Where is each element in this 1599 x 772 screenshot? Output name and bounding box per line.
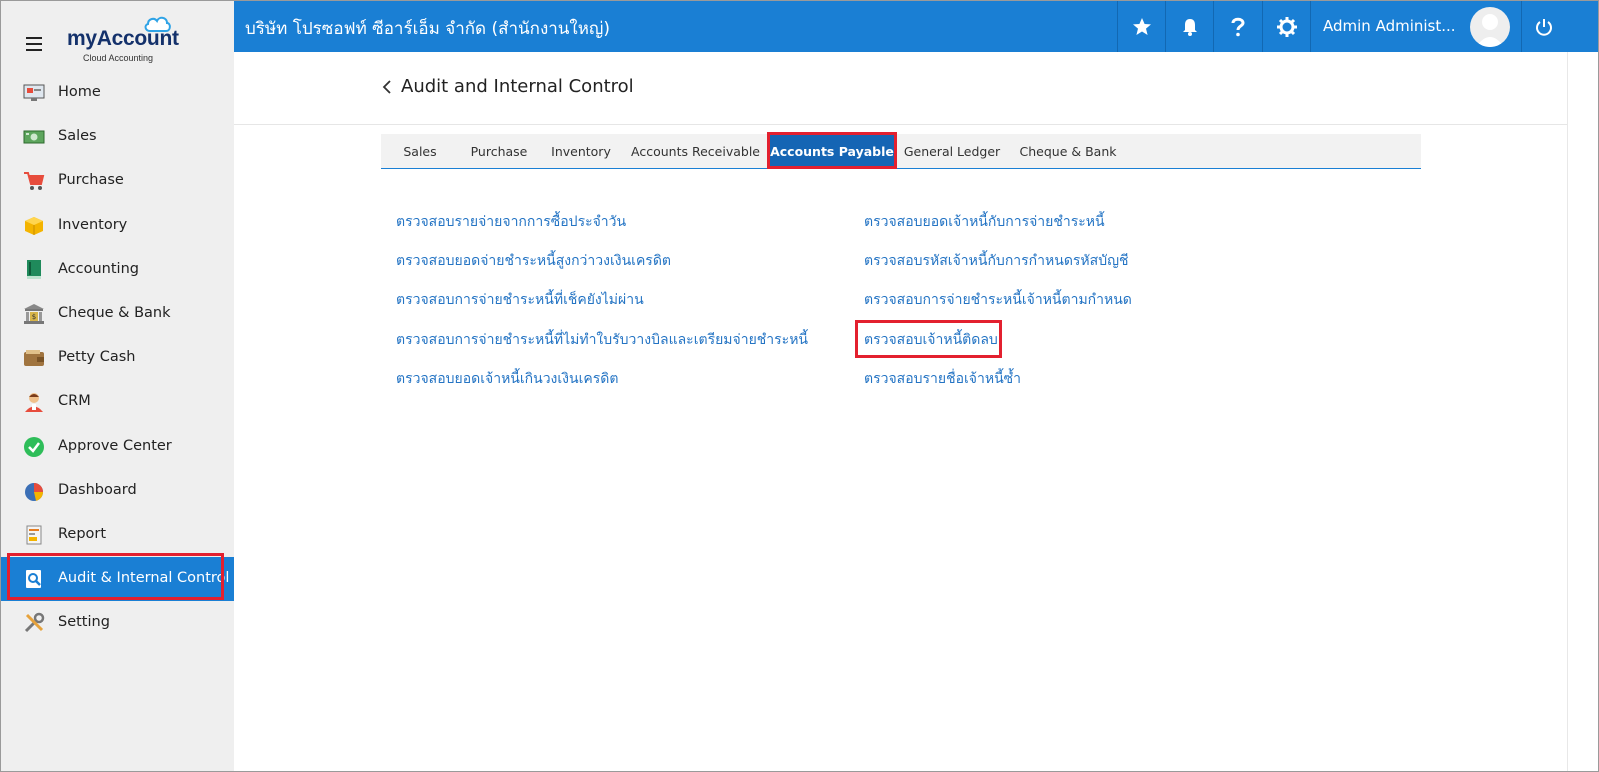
tab-label: Purchase bbox=[470, 143, 528, 159]
logo-subtitle: Cloud Accounting bbox=[83, 53, 154, 63]
list-item[interactable]: ตรวจสอบเจ้าหนี้ติดลบ bbox=[864, 329, 998, 351]
sidebar-item-audit-internal-control[interactable]: Audit & Internal Control bbox=[1, 557, 234, 602]
question-icon bbox=[1231, 17, 1245, 36]
tab-cheque-bank[interactable]: Cheque & Bank bbox=[1008, 134, 1128, 168]
sidebar-item-label: Setting bbox=[58, 614, 110, 631]
user-menu[interactable]: Admin Administ... bbox=[1310, 1, 1540, 52]
sidebar-item-purchase[interactable]: Purchase bbox=[1, 159, 234, 203]
sidebar-item-approve-center[interactable]: Approve Center bbox=[1, 425, 234, 469]
purchase-cart-icon bbox=[24, 172, 45, 191]
tab-label: Accounts Receivable bbox=[631, 143, 760, 159]
sidebar-item-label: Accounting bbox=[58, 260, 139, 277]
user-name: Admin Administ... bbox=[1323, 17, 1456, 35]
tab-accounts-payable[interactable]: Accounts Payable bbox=[770, 134, 894, 168]
list-item[interactable]: ตรวจสอบรหัสเจ้าหนี้กับการกำหนดรหัสบัญชี bbox=[864, 250, 1129, 272]
audit-magnifier-icon bbox=[26, 570, 41, 589]
svg-text:$: $ bbox=[32, 313, 36, 321]
tab-label: Sales bbox=[403, 143, 437, 159]
sidebar-item-label: Sales bbox=[58, 128, 97, 145]
tab-label: General Ledger bbox=[903, 143, 1001, 159]
sidebar-header: myAccount Cloud Accounting bbox=[1, 1, 234, 71]
tab-label: Accounts Payable bbox=[770, 143, 894, 159]
gear-icon bbox=[1276, 16, 1297, 37]
help-button[interactable] bbox=[1213, 1, 1261, 52]
sidebar-item-label: Purchase bbox=[58, 172, 124, 189]
list-item[interactable]: ตรวจสอบยอดเจ้าหนี้กับการจ่ายชำระหนี้ bbox=[864, 211, 1105, 233]
logo-text: myAccount bbox=[67, 27, 179, 50]
company-name: บริษัท โปรซอฟท์ ซีอาร์เอ็ม จำกัด (สำนักง… bbox=[245, 19, 611, 39]
settings-button[interactable] bbox=[1262, 1, 1310, 52]
list-item[interactable]: ตรวจสอบยอดเจ้าหนี้เกินวงเงินเครดิต bbox=[396, 368, 618, 390]
sidebar-item-sales[interactable]: Sales bbox=[1, 115, 234, 159]
bell-icon bbox=[1182, 18, 1197, 36]
pie-chart-icon bbox=[25, 482, 44, 501]
sidebar-item-crm[interactable]: CRM bbox=[1, 380, 234, 424]
favorite-button[interactable] bbox=[1117, 1, 1165, 52]
scrollbar[interactable] bbox=[1567, 52, 1598, 771]
sidebar-item-label: CRM bbox=[58, 393, 91, 410]
sidebar-item-petty-cash[interactable]: Petty Cash bbox=[1, 336, 234, 380]
sidebar: myAccount Cloud Accounting Home Sales Pu… bbox=[1, 1, 235, 771]
tab-inventory[interactable]: Inventory bbox=[539, 134, 623, 168]
list-item[interactable]: ตรวจสอบรายจ่ายจากการซื้อประจำวัน bbox=[396, 211, 626, 233]
page-header: Audit and Internal Control bbox=[234, 52, 1567, 125]
sidebar-item-label: Report bbox=[58, 525, 107, 542]
list-item[interactable]: ตรวจสอบรายชื่อเจ้าหนี้ซ้ำ bbox=[864, 368, 1021, 390]
tab-label: Cheque & Bank bbox=[1019, 143, 1117, 159]
sidebar-item-label: Inventory bbox=[58, 216, 128, 233]
home-monitor-icon bbox=[23, 84, 45, 101]
accounting-book-icon bbox=[27, 259, 41, 279]
page-title: Audit and Internal Control bbox=[401, 76, 634, 97]
module-tabs: Sales Purchase Inventory Accounts Receiv… bbox=[381, 134, 1421, 169]
sidebar-item-cheque-bank[interactable]: $ Cheque & Bank bbox=[1, 292, 234, 336]
power-icon bbox=[1536, 18, 1552, 36]
user-icon bbox=[1476, 14, 1504, 47]
tab-accounts-receivable[interactable]: Accounts Receivable bbox=[623, 134, 768, 168]
bank-icon: $ bbox=[24, 303, 44, 324]
list-item[interactable]: ตรวจสอบการจ่ายชำระหนี้ที่ไม่ทำใบรับวางบิ… bbox=[396, 329, 808, 351]
logout-button[interactable] bbox=[1521, 1, 1566, 52]
sidebar-item-label: Home bbox=[58, 84, 101, 100]
main-content: Audit and Internal Control Sales Purchas… bbox=[234, 52, 1567, 771]
top-bar: บริษัท โปรซอฟท์ ซีอาร์เอ็ม จำกัด (สำนักง… bbox=[234, 1, 1598, 52]
check-circle-icon bbox=[24, 436, 44, 457]
star-icon bbox=[1132, 17, 1151, 35]
report-icon bbox=[26, 525, 42, 545]
list-item[interactable]: ตรวจสอบการจ่ายชำระหนี้เจ้าหนี้ตามกำหนด bbox=[864, 289, 1132, 311]
sales-cash-icon bbox=[23, 130, 45, 144]
list-item[interactable]: ตรวจสอบยอดจ่ายชำระหนี้สูงกว่าวงเงินเครดิ… bbox=[396, 250, 671, 272]
sidebar-item-label: Dashboard bbox=[58, 481, 137, 498]
sidebar-item-inventory[interactable]: Inventory bbox=[1, 204, 234, 248]
sidebar-item-label: Petty Cash bbox=[58, 349, 136, 366]
menu-icon[interactable] bbox=[26, 37, 42, 51]
tools-icon bbox=[24, 613, 45, 633]
sidebar-item-home[interactable]: Home bbox=[1, 71, 234, 115]
tab-general-ledger[interactable]: General Ledger bbox=[896, 134, 1008, 168]
sidebar-item-report[interactable]: Report bbox=[1, 513, 234, 557]
avatar bbox=[1470, 7, 1510, 47]
tab-sales[interactable]: Sales bbox=[381, 134, 459, 168]
sidebar-item-label: Audit & Internal Control bbox=[58, 570, 230, 587]
sidebar-item-setting[interactable]: Setting bbox=[1, 601, 234, 645]
tab-purchase[interactable]: Purchase bbox=[459, 134, 539, 168]
sidebar-nav: Home Sales Purchase Inventory Accounting… bbox=[1, 71, 234, 645]
back-chevron-icon[interactable] bbox=[381, 78, 395, 96]
tab-label: Inventory bbox=[551, 143, 611, 159]
logo[interactable]: myAccount Cloud Accounting bbox=[67, 15, 187, 65]
inventory-box-icon bbox=[25, 216, 43, 235]
sidebar-item-dashboard[interactable]: Dashboard bbox=[1, 469, 234, 513]
sidebar-item-accounting[interactable]: Accounting bbox=[1, 248, 234, 292]
sidebar-item-label: Cheque & Bank bbox=[58, 304, 171, 321]
app-window: myAccount Cloud Accounting Home Sales Pu… bbox=[0, 0, 1599, 772]
sidebar-item-label: Approve Center bbox=[58, 437, 172, 454]
list-item[interactable]: ตรวจสอบการจ่ายชำระหนี้ที่เช็คยังไม่ผ่าน bbox=[396, 289, 644, 311]
wallet-icon bbox=[24, 350, 44, 367]
notification-button[interactable] bbox=[1165, 1, 1213, 52]
crm-person-icon bbox=[25, 393, 43, 413]
